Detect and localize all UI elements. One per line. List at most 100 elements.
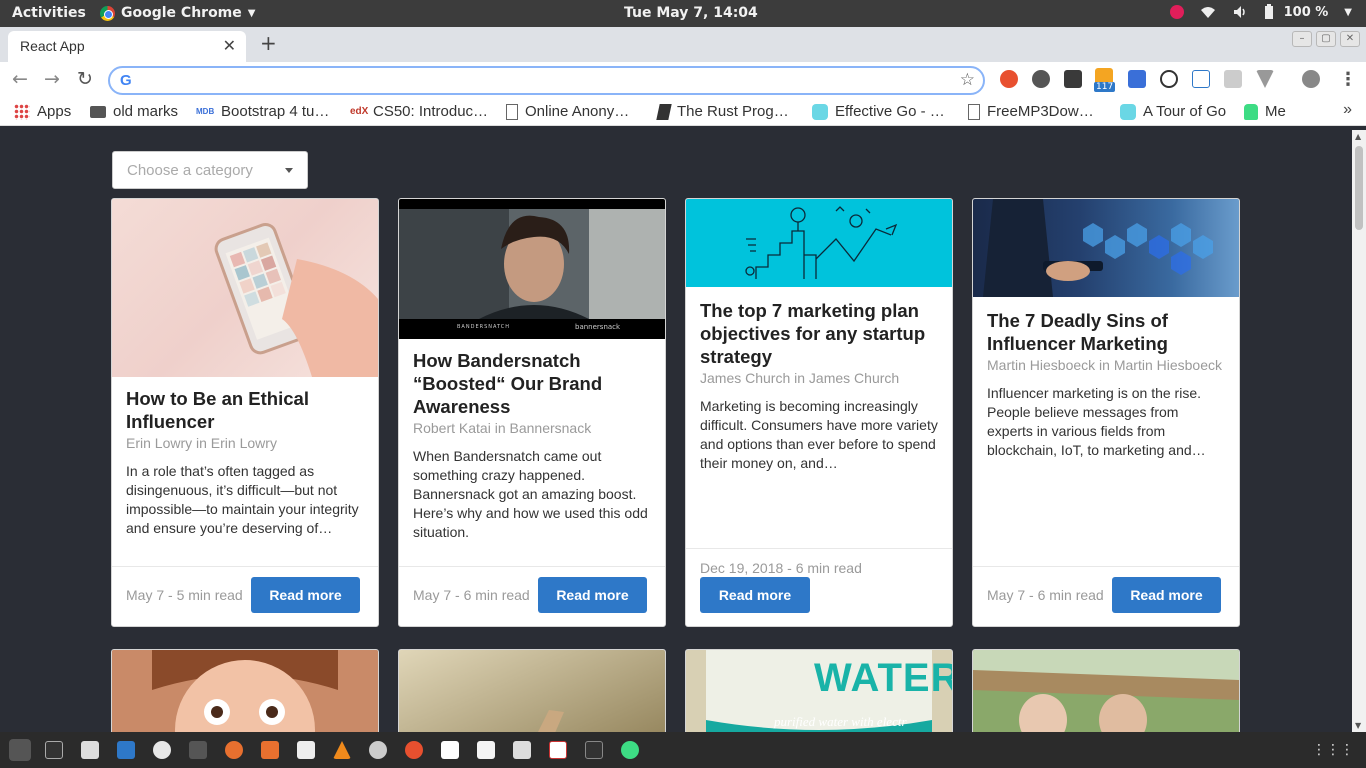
app-menu-label: Google Chrome — [121, 5, 242, 21]
show-apps-icon[interactable]: ⋮⋮⋮ — [1312, 742, 1354, 758]
new-tab-button[interactable]: + — [260, 31, 277, 55]
editor-dock-icon[interactable] — [513, 741, 531, 759]
tab-react-app[interactable]: React App ✕ — [8, 31, 246, 62]
read-more-button[interactable]: Read more — [538, 577, 647, 613]
usb-dock-icon[interactable] — [297, 741, 315, 759]
video-dock-icon[interactable] — [189, 741, 207, 759]
bookmark-label: The Rust Prog… — [677, 103, 789, 120]
vlc-dock-icon[interactable] — [333, 741, 351, 759]
forward-button[interactable]: → — [44, 68, 60, 90]
close-tab-icon[interactable]: ✕ — [223, 36, 236, 56]
maximize-button[interactable]: ▢ — [1316, 31, 1336, 47]
slack-tray-icon[interactable] — [1169, 5, 1184, 19]
clock[interactable]: Tue May 7, 14:04 — [624, 5, 758, 21]
back-button[interactable]: ← — [12, 68, 28, 90]
card-image-businessman — [973, 199, 1239, 297]
category-placeholder: Choose a category — [127, 162, 253, 179]
card-image-phone — [112, 199, 378, 377]
activities-button[interactable]: Activities — [12, 5, 86, 21]
card-date: May 7 - 6 min read — [987, 587, 1104, 603]
article-card-image-water[interactable]: WATER purified water with electr — [685, 649, 953, 732]
android-dock-icon[interactable] — [621, 741, 639, 759]
card-title[interactable]: How to Be an Ethical Influencer — [126, 387, 364, 433]
extension-m-icon[interactable] — [1224, 70, 1242, 88]
address-bar[interactable]: G ☆ — [108, 66, 985, 95]
bookmark-star-icon[interactable]: ☆ — [960, 70, 975, 90]
page-icon — [506, 103, 518, 120]
postman-dock-icon[interactable] — [405, 741, 423, 759]
card-excerpt: When Bandersnatch came out something cra… — [413, 448, 648, 540]
bookmark-bootstrap[interactable]: MDB Bootstrap 4 tu… — [196, 103, 329, 120]
minimize-button[interactable]: – — [1292, 31, 1312, 47]
bookmark-apps[interactable]: Apps — [14, 103, 71, 120]
page-icon — [968, 103, 980, 120]
extension-badge: 117 — [1094, 82, 1116, 92]
slack-dock-icon[interactable] — [153, 741, 171, 759]
profile-avatar[interactable] — [1302, 70, 1320, 88]
card-footer: May 7 - 5 min read Read more — [112, 566, 378, 626]
card-excerpt: Marketing is becoming increasingly diffi… — [700, 398, 938, 471]
category-select[interactable]: Choose a category — [112, 151, 308, 189]
chrome-dock-icon[interactable] — [9, 739, 31, 761]
extension-openai-icon[interactable] — [1160, 70, 1178, 88]
article-card-image-sunlit[interactable] — [398, 649, 666, 732]
console-dock-icon[interactable] — [585, 741, 603, 759]
bookmark-tour-of-go[interactable]: A Tour of Go — [1120, 103, 1226, 120]
extension-fire-icon[interactable] — [1000, 70, 1018, 88]
system-tray[interactable]: 100 % ▼ — [1169, 4, 1352, 20]
files-dock-icon[interactable] — [81, 741, 99, 759]
settings-dock-icon[interactable] — [369, 741, 387, 759]
water-sublabel: purified water with electr — [774, 714, 907, 729]
extension-triangle-icon[interactable] — [1192, 70, 1210, 88]
android-icon — [1244, 103, 1258, 120]
notes-dock-icon[interactable] — [477, 741, 495, 759]
system-top-bar: Activities Google Chrome ▼ Tue May 7, 14… — [0, 0, 1366, 27]
bookmark-rust[interactable]: The Rust Prog… — [656, 103, 789, 120]
card-footer: May 7 - 6 min read Read more — [399, 566, 665, 626]
scroll-up-icon[interactable]: ▲ — [1355, 132, 1361, 141]
more-bookmarks-icon[interactable]: » — [1343, 101, 1352, 119]
book-icon — [656, 103, 672, 120]
bannersnack-watermark: bannersnack — [575, 323, 621, 331]
document-dock-icon[interactable] — [441, 741, 459, 759]
card-date: May 7 - 6 min read — [413, 587, 530, 603]
chrome-icon — [100, 5, 115, 21]
page-scrollbar[interactable]: ▲ ▼ — [1352, 130, 1366, 732]
bookmark-label: FreeMP3Dow… — [987, 103, 1094, 120]
bookmark-freemp3[interactable]: FreeMP3Dow… — [968, 103, 1094, 120]
vscode-dock-icon[interactable] — [117, 741, 135, 759]
extension-circles-icon[interactable] — [1032, 70, 1050, 88]
terminal-dock-icon[interactable] — [45, 741, 63, 759]
address-input[interactable] — [140, 71, 940, 90]
card-title[interactable]: The top 7 marketing plan objectives for … — [700, 299, 938, 368]
power-menu-icon[interactable]: ▼ — [1344, 7, 1352, 18]
software-center-dock-icon[interactable] — [261, 741, 279, 759]
article-card: How to Be an Ethical Influencer Erin Low… — [111, 198, 379, 627]
bookmarks-bar: Apps old marks MDB Bootstrap 4 tu… edX C… — [0, 98, 1366, 126]
extension-shield-icon[interactable] — [1128, 70, 1146, 88]
screenshot-dock-icon[interactable] — [549, 741, 567, 759]
article-card-image-child[interactable] — [111, 649, 379, 732]
article-card-image-people[interactable] — [972, 649, 1240, 732]
extension-terminal-icon[interactable] — [1064, 70, 1082, 88]
bookmark-label: Bootstrap 4 tu… — [221, 103, 330, 120]
app-menu[interactable]: Google Chrome ▼ — [100, 5, 255, 21]
scrollbar-thumb[interactable] — [1355, 146, 1363, 230]
read-more-button[interactable]: Read more — [251, 577, 360, 613]
firefox-dock-icon[interactable] — [225, 741, 243, 759]
bookmark-online-anony[interactable]: Online Anony… — [506, 103, 629, 120]
bookmark-me[interactable]: Me — [1244, 103, 1286, 120]
scroll-down-icon[interactable]: ▼ — [1355, 721, 1361, 730]
read-more-button[interactable]: Read more — [700, 577, 810, 613]
close-window-button[interactable]: ✕ — [1340, 31, 1360, 47]
bookmark-old-marks[interactable]: old marks — [90, 103, 178, 120]
card-title[interactable]: How Bandersnatch “Boosted“ Our Brand Awa… — [413, 349, 651, 418]
bookmark-effective-go[interactable]: Effective Go - … — [812, 103, 945, 120]
chrome-menu-icon[interactable]: ⋮ — [1339, 69, 1357, 90]
bookmark-cs50[interactable]: edX CS50: Introduc… — [350, 103, 488, 120]
card-title[interactable]: The 7 Deadly Sins of Influencer Marketin… — [987, 309, 1225, 355]
extension-vue-icon[interactable] — [1256, 70, 1274, 88]
reload-button[interactable]: ↻ — [77, 68, 93, 90]
read-more-button[interactable]: Read more — [1112, 577, 1221, 613]
card-date: Dec 19, 2018 - 6 min read — [700, 560, 862, 576]
